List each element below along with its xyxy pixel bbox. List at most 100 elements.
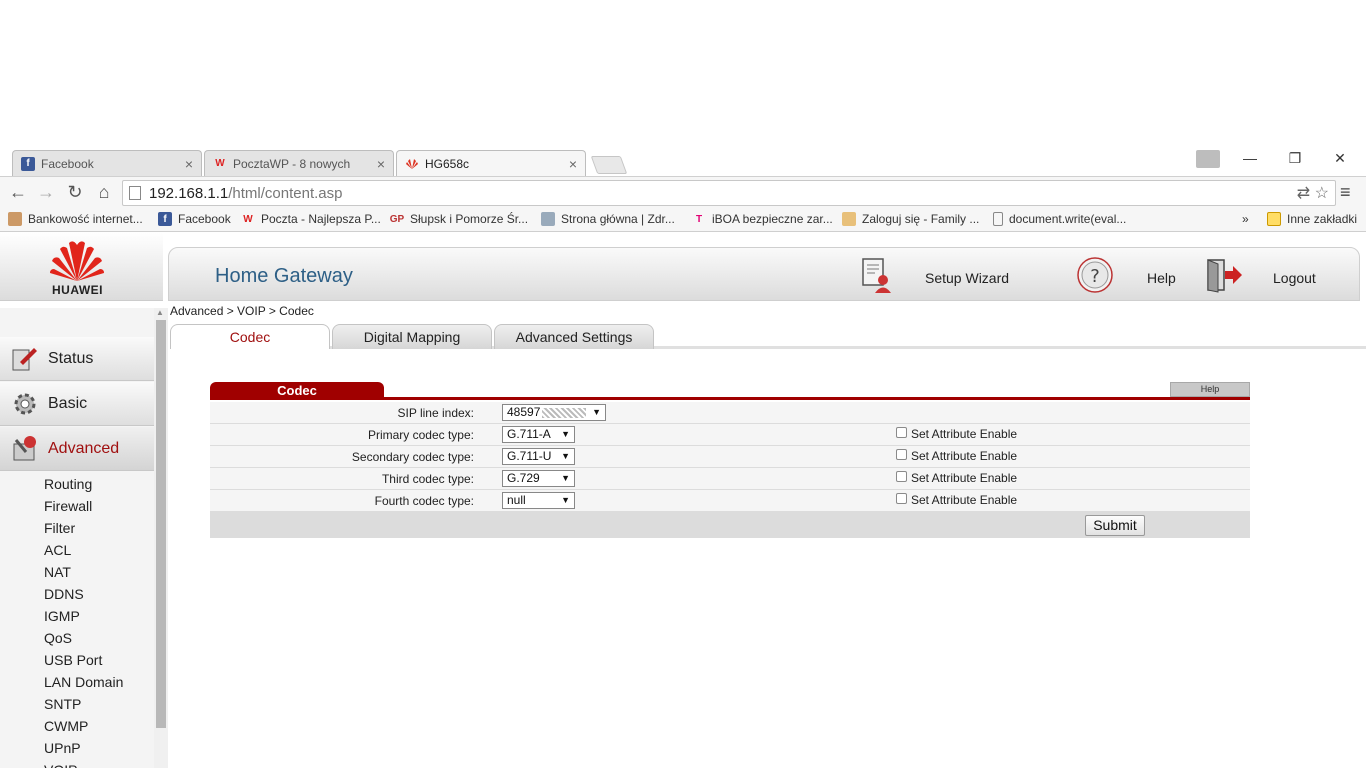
close-window-icon[interactable]: ✕ [1320,150,1360,167]
bookmark-star-icon[interactable]: ⇄ ☆ [1297,183,1329,203]
browser-tab-poczta[interactable]: W PocztaWP - 8 nowych × [204,150,394,176]
logout-icon[interactable] [1205,256,1243,294]
checkbox-box[interactable] [896,426,907,438]
chevron-down-icon: ▼ [561,495,570,505]
help-link[interactable]: Help [1147,270,1176,286]
checkbox-box[interactable] [896,492,907,504]
bookmark-label: Bankowość internet... [28,212,143,226]
bookmark-item[interactable]: f Facebook [158,212,231,226]
bookmark-label: document.write(eval... [1009,212,1127,226]
bookmark-label: Zaloguj się - Family ... [862,212,980,226]
back-icon[interactable]: ← [6,182,30,203]
secondary-attr-checkbox[interactable]: Set Attribute Enable [896,448,1018,463]
home-icon[interactable]: ⌂ [92,182,116,203]
checkbox-box[interactable] [896,470,907,482]
status-icon [12,347,37,370]
forward-icon[interactable]: → [34,182,58,203]
sidebar-sub-igmp[interactable]: IGMP [0,605,154,627]
restore-icon[interactable]: ❐ [1275,150,1315,167]
huawei-logo-icon [50,241,104,281]
sidebar-sub-cwmp[interactable]: CWMP [0,715,154,737]
panel-help-button[interactable]: Help [1170,382,1250,397]
huawei-logo: HUAWEI [0,233,163,301]
bookmark-item[interactable]: document.write(eval... [993,212,1126,226]
logout-link[interactable]: Logout [1273,270,1316,286]
folder-icon [1267,212,1281,226]
sidebar-item-status[interactable]: Status [0,337,154,381]
advanced-submenu: Routing Firewall Filter ACL NAT DDNS IGM… [0,473,154,768]
browser-tab-hg658c[interactable]: HG658c × [396,150,586,177]
codec-row: Secondary codec type: G.711-U ▼ Set Attri… [210,446,1250,468]
tab-codec[interactable]: Codec [170,324,330,349]
sidebar-sub-lan-domain[interactable]: LAN Domain [0,671,154,693]
tab-digital-mapping[interactable]: Digital Mapping [332,324,492,349]
chevron-down-icon: ▼ [561,451,570,461]
browser-tab-facebook[interactable]: f Facebook × [12,150,202,176]
sidebar-scrollbar[interactable]: ▲ [154,308,168,768]
reload-icon[interactable]: ↻ [63,182,87,203]
setup-wizard-link[interactable]: Setup Wizard [925,270,1009,286]
sidebar-sub-routing[interactable]: Routing [0,473,154,495]
bookmark-item[interactable]: GP Słupsk i Pomorze Śr... [390,212,528,226]
sidebar-item-advanced[interactable]: Advanced [0,427,154,471]
fourth-codec-select[interactable]: null ▼ [502,492,575,509]
codec-label: Secondary codec type: [351,450,474,464]
bookmark-label: Poczta - Najlepsza P... [261,212,381,226]
fourth-attr-checkbox[interactable]: Set Attribute Enable [896,492,1017,507]
codec-row: Third codec type: G.729 ▼ Set Attribute E… [210,468,1250,490]
sidebar-sub-firewall[interactable]: Firewall [0,495,154,517]
sidebar-sub-usb-port[interactable]: USB Port [0,649,154,671]
site-icon [541,212,555,226]
sip-line-select[interactable]: 48597 ▼ [502,404,606,421]
tab-advanced-settings[interactable]: Advanced Settings [494,324,654,349]
bank-icon [8,212,22,226]
sidebar-item-basic[interactable]: Basic [0,382,154,426]
sidebar-sub-qos[interactable]: QoS [0,627,154,649]
sidebar-sub-ddns[interactable]: DDNS [0,583,154,605]
close-tab-icon[interactable]: × [377,156,385,172]
submit-button[interactable]: Submit [1085,515,1145,536]
other-bookmarks[interactable]: Inne zakładki [1267,212,1357,226]
document-icon [993,212,1003,226]
third-attr-checkbox[interactable]: Set Attribute Enable [896,470,1017,485]
third-codec-select[interactable]: G.729 ▼ [502,470,575,487]
sidebar-sub-filter[interactable]: Filter [0,517,154,539]
bookmark-item[interactable]: TiBOA bezpieczne zar... [692,212,833,226]
profile-icon[interactable] [1196,150,1220,168]
bookmark-label: Facebook [178,212,231,226]
tab-title: PocztaWP - 8 nowych [233,156,351,171]
primary-attr-checkbox[interactable]: Set Attribute Enable [896,426,1017,441]
close-tab-icon[interactable]: × [569,156,577,172]
t-mobile-icon: T [695,213,703,225]
primary-codec-select[interactable]: G.711-A ▼ [502,426,575,443]
bookmark-item[interactable]: Zaloguj się - Family ... [842,212,979,226]
codec-form: SIP line index: 48597 ▼ Primary codec ty… [210,402,1250,538]
gear-icon [14,393,36,414]
advanced-tools-icon [13,435,36,460]
help-icon[interactable]: ? [1076,256,1114,294]
bookmark-item[interactable]: Strona główna | Zdr... [541,212,675,226]
sidebar-sub-acl[interactable]: ACL [0,539,154,561]
checkbox-label: Set Attribute Enable [911,449,1018,463]
scrollbar-thumb[interactable] [156,320,166,728]
sidebar-sub-upnp[interactable]: UPnP [0,737,154,759]
bookmarks-overflow[interactable]: » [1242,212,1249,226]
checkbox-box[interactable] [896,448,907,460]
chrome-menu-icon[interactable]: ≡ [1340,182,1351,203]
close-tab-icon[interactable]: × [185,156,193,172]
sidebar-sub-sntp[interactable]: SNTP [0,693,154,715]
sidebar-sub-voip[interactable]: VOIP [0,759,154,768]
address-bar[interactable]: 192.168.1.1/html/content.asp ⇄ ☆ [122,180,1336,206]
scroll-up-icon[interactable]: ▲ [156,308,164,317]
bookmark-item[interactable]: Bankowość internet... [8,212,143,226]
sip-line-value: 48597 [507,405,541,419]
new-tab-button[interactable] [590,156,628,174]
minimize-icon[interactable]: — [1230,150,1270,166]
sidebar-label: Basic [48,394,88,412]
sidebar-sub-nat[interactable]: NAT [0,561,154,583]
wp-icon: W [215,158,225,169]
setup-wizard-icon[interactable] [857,256,895,294]
sip-line-row: SIP line index: 48597 ▼ [210,402,1250,424]
secondary-codec-select[interactable]: G.711-U ▼ [502,448,575,465]
bookmark-item[interactable]: W Poczta - Najlepsza P... [241,212,381,226]
